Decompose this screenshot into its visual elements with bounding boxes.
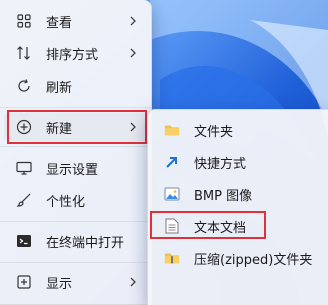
sort-icon [16, 45, 32, 61]
submenu-item-label: 快捷方式 [194, 156, 247, 172]
menu-item-label: 查看 [46, 15, 73, 31]
menu-item-label: 新建 [46, 121, 73, 137]
submenu-item-label: 压缩(zipped)文件夹 [194, 252, 313, 268]
menu-item-label: 个性化 [46, 194, 86, 210]
menu-item-label: 显示 [46, 276, 73, 292]
chevron-right-icon [130, 48, 136, 58]
submenu-item-text-document[interactable]: 文本文档 [152, 212, 324, 240]
menu-item-view[interactable]: 查看 [4, 7, 148, 35]
display-icon [16, 160, 32, 176]
menu-item-open-in-terminal[interactable]: 在终端中打开 [4, 227, 148, 255]
submenu-item-shortcut[interactable]: 快捷方式 [152, 148, 324, 176]
folder-icon [164, 122, 180, 138]
image-icon [164, 186, 180, 202]
chevron-right-icon [130, 277, 136, 287]
menu-separator [0, 221, 152, 222]
desktop-context-menu: 查看 排序方式 刷新 新建 显示设置 个性化 在终端中打开 显示 [0, 0, 152, 305]
chevron-right-icon [130, 122, 136, 132]
chevron-right-icon [130, 16, 136, 26]
menu-item-new[interactable]: 新建 [4, 113, 148, 141]
show-more-icon [16, 274, 32, 290]
menu-item-refresh[interactable]: 刷新 [4, 72, 148, 100]
menu-separator [0, 146, 152, 147]
submenu-item-label: BMP 图像 [194, 188, 253, 204]
submenu-item-bmp-image[interactable]: BMP 图像 [152, 180, 324, 208]
menu-item-label: 显示设置 [46, 162, 99, 178]
submenu-item-label: 文件夹 [194, 124, 234, 140]
zip-folder-icon [164, 250, 180, 266]
refresh-icon [16, 78, 32, 94]
menu-item-show-more-options[interactable]: 显示 [4, 268, 148, 296]
menu-item-label: 排序方式 [46, 47, 99, 63]
submenu-item-zip-folder[interactable]: 压缩(zipped)文件夹 [152, 244, 324, 272]
menu-item-label: 在终端中打开 [46, 235, 125, 251]
menu-item-sort-by[interactable]: 排序方式 [4, 39, 148, 67]
shortcut-arrow-icon [164, 154, 180, 170]
submenu-item-folder[interactable]: 文件夹 [152, 116, 324, 144]
terminal-icon [16, 233, 32, 249]
submenu-item-label: 文本文档 [194, 220, 247, 236]
menu-item-display-settings[interactable]: 显示设置 [4, 154, 148, 182]
menu-separator [0, 262, 152, 263]
menu-separator [0, 107, 152, 108]
brush-icon [16, 192, 32, 208]
grid-icon [16, 13, 32, 29]
text-document-icon [164, 218, 180, 234]
menu-item-personalize[interactable]: 个性化 [4, 186, 148, 214]
plus-circle-icon [16, 119, 32, 135]
menu-item-label: 刷新 [46, 80, 73, 96]
new-submenu: 文件夹 快捷方式 BMP 图像 文本文档 压缩(zipped)文件夹 [147, 109, 328, 305]
